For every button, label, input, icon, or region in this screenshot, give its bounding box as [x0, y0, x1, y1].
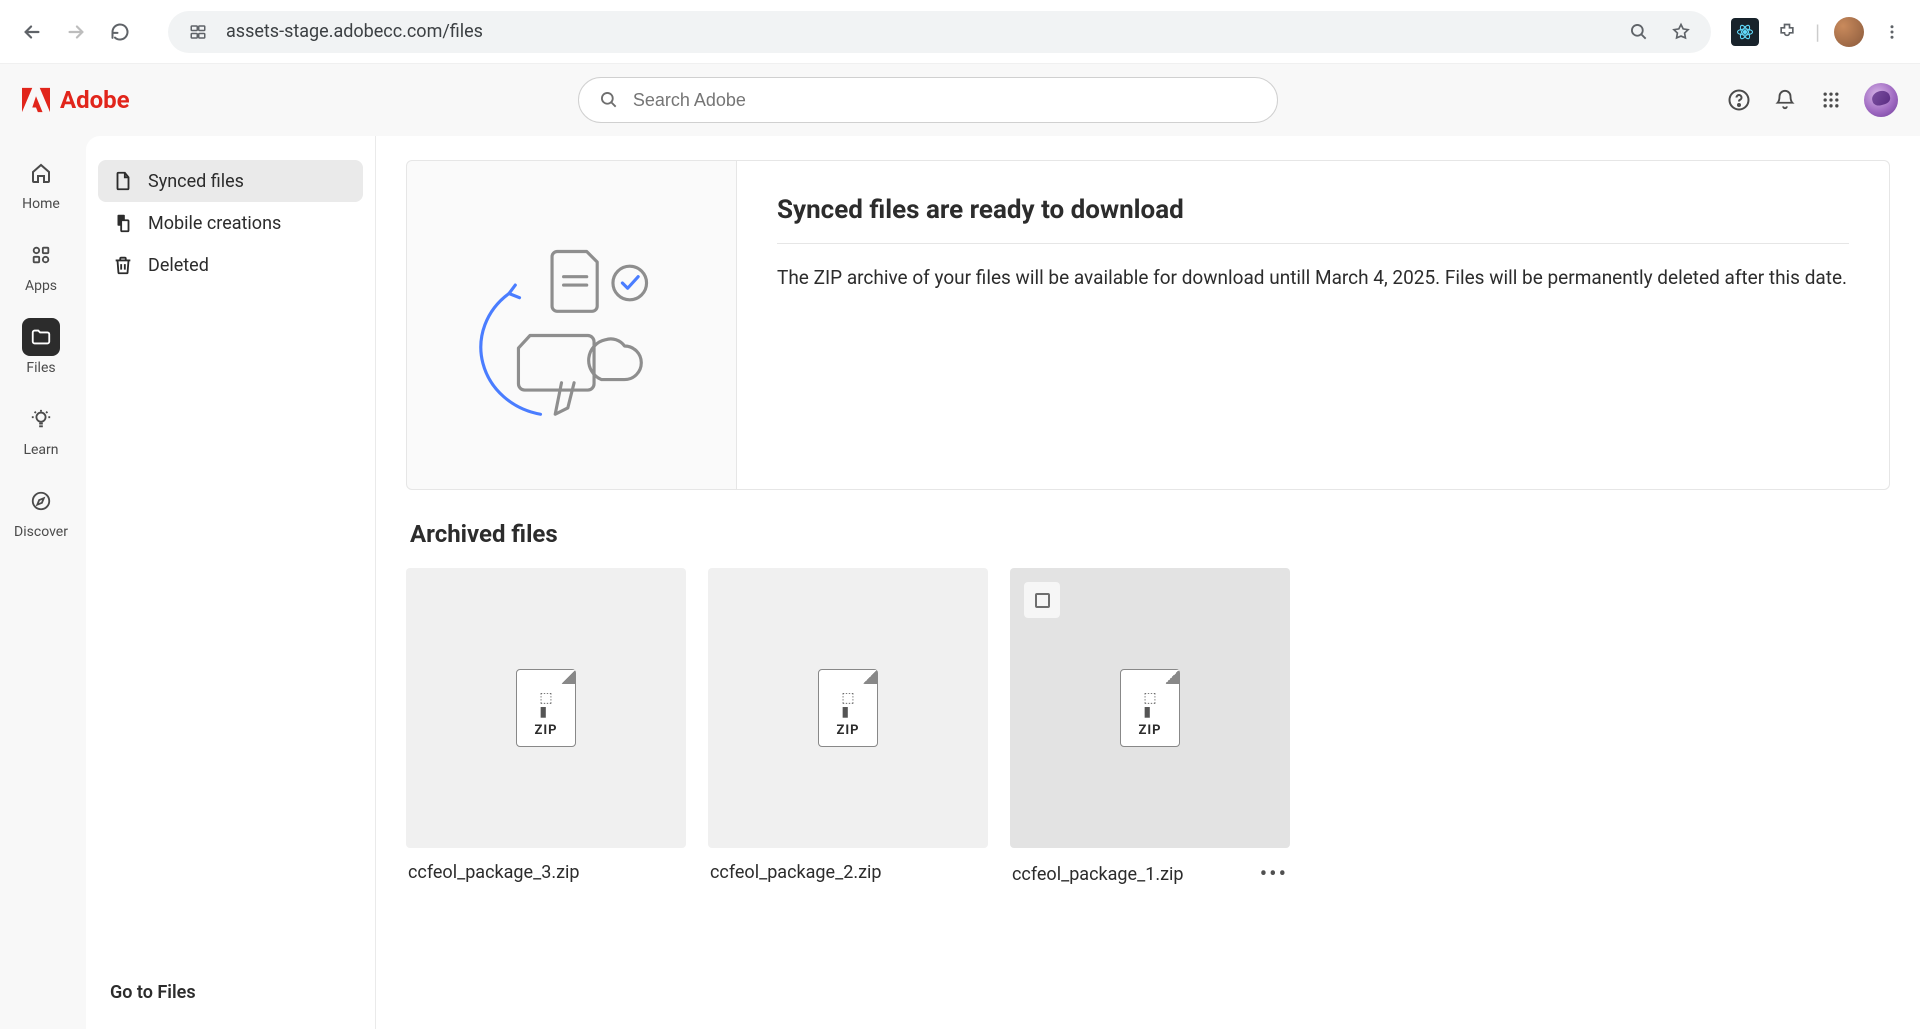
file-thumbnail[interactable]: ⬚▮ ZIP [708, 568, 988, 848]
zoom-icon[interactable] [1625, 18, 1653, 46]
file-name: ccfeol_package_1.zip [1012, 864, 1183, 885]
help-icon[interactable] [1726, 87, 1752, 113]
sidebar-item-label: Deleted [148, 255, 209, 276]
brand-text: Adobe [60, 86, 130, 114]
bookmark-star-icon[interactable] [1667, 18, 1695, 46]
banner-description: The ZIP archive of your files will be av… [777, 264, 1849, 293]
apps-grid-icon[interactable] [1818, 87, 1844, 113]
search-icon [599, 90, 619, 110]
notifications-icon[interactable] [1772, 87, 1798, 113]
nav-label: Files [26, 360, 55, 376]
browser-extensions: | [1731, 17, 1906, 47]
sidebar-item-label: Synced files [148, 171, 244, 192]
zip-icon: ⬚▮ ZIP [516, 669, 576, 747]
sidebar-item-label: Mobile creations [148, 213, 281, 234]
search-box[interactable] [578, 77, 1278, 123]
files-sidebar: Synced files Mobile creations Deleted Go… [86, 136, 376, 1029]
vertical-nav: Home Apps Files Learn Discover [0, 136, 82, 1029]
main-area: Synced files are ready to download The Z… [376, 136, 1920, 1029]
mobile-creations-icon [112, 212, 134, 234]
archived-files-heading: Archived files [410, 520, 1886, 548]
zip-label: ZIP [534, 723, 557, 738]
nav-learn[interactable]: Learn [22, 400, 60, 458]
content-panel: Synced files Mobile creations Deleted Go… [86, 136, 1920, 1029]
folder-icon [22, 318, 60, 356]
banner-title: Synced files are ready to download [777, 195, 1849, 225]
file-name: ccfeol_package_3.zip [408, 862, 579, 883]
site-settings-icon[interactable] [184, 18, 212, 46]
zip-icon: ⬚▮ ZIP [1120, 669, 1180, 747]
browser-toolbar: assets-stage.adobecc.com/files | [0, 0, 1920, 64]
file-card[interactable]: ⬚▮ ZIP ccfeol_package_1.zip ••• [1010, 568, 1290, 887]
nav-files[interactable]: Files [22, 318, 60, 376]
react-devtools-icon[interactable] [1731, 18, 1759, 46]
apps-icon [22, 236, 60, 274]
nav-label: Home [22, 196, 60, 212]
lightbulb-icon [22, 400, 60, 438]
forward-button[interactable] [58, 14, 94, 50]
adobe-mark-icon [22, 87, 50, 113]
nav-label: Learn [23, 442, 58, 458]
sidebar-item-deleted[interactable]: Deleted [98, 244, 363, 286]
nav-label: Discover [14, 524, 68, 540]
banner-illustration [407, 161, 737, 489]
nav-home[interactable]: Home [22, 154, 60, 212]
more-actions-button[interactable]: ••• [1260, 862, 1288, 887]
sidebar-item-synced-files[interactable]: Synced files [98, 160, 363, 202]
user-avatar[interactable] [1864, 83, 1898, 117]
nav-label: Apps [25, 278, 57, 294]
address-bar[interactable]: assets-stage.adobecc.com/files [168, 11, 1711, 53]
adobe-logo[interactable]: Adobe [22, 86, 130, 114]
zip-label: ZIP [836, 723, 859, 738]
nav-apps[interactable]: Apps [22, 236, 60, 294]
trash-icon [112, 254, 134, 276]
back-button[interactable] [14, 14, 50, 50]
compass-icon [22, 482, 60, 520]
file-name: ccfeol_package_2.zip [710, 862, 881, 883]
file-icon [112, 170, 134, 192]
file-thumbnail[interactable]: ⬚▮ ZIP [1010, 568, 1290, 848]
zip-label: ZIP [1138, 723, 1161, 738]
file-card[interactable]: ⬚▮ ZIP ccfeol_package_3.zip [406, 568, 686, 887]
app-header: Adobe [0, 64, 1920, 136]
nav-discover[interactable]: Discover [14, 482, 68, 540]
browser-profile-avatar[interactable] [1834, 17, 1864, 47]
download-banner: Synced files are ready to download The Z… [406, 160, 1890, 490]
select-checkbox[interactable] [1024, 582, 1060, 618]
zip-icon: ⬚▮ ZIP [818, 669, 878, 747]
file-thumbnail[interactable]: ⬚▮ ZIP [406, 568, 686, 848]
search-input[interactable] [633, 90, 1257, 111]
archived-files-grid: ⬚▮ ZIP ccfeol_package_3.zip ⬚▮ ZIP [406, 568, 1890, 887]
file-card[interactable]: ⬚▮ ZIP ccfeol_package_2.zip [708, 568, 988, 887]
go-to-files-link[interactable]: Go to Files [110, 982, 196, 1003]
sidebar-item-mobile-creations[interactable]: Mobile creations [98, 202, 363, 244]
reload-button[interactable] [102, 14, 138, 50]
home-icon [22, 154, 60, 192]
url-text: assets-stage.adobecc.com/files [226, 21, 483, 42]
extensions-icon[interactable] [1773, 18, 1801, 46]
browser-menu-icon[interactable] [1878, 18, 1906, 46]
